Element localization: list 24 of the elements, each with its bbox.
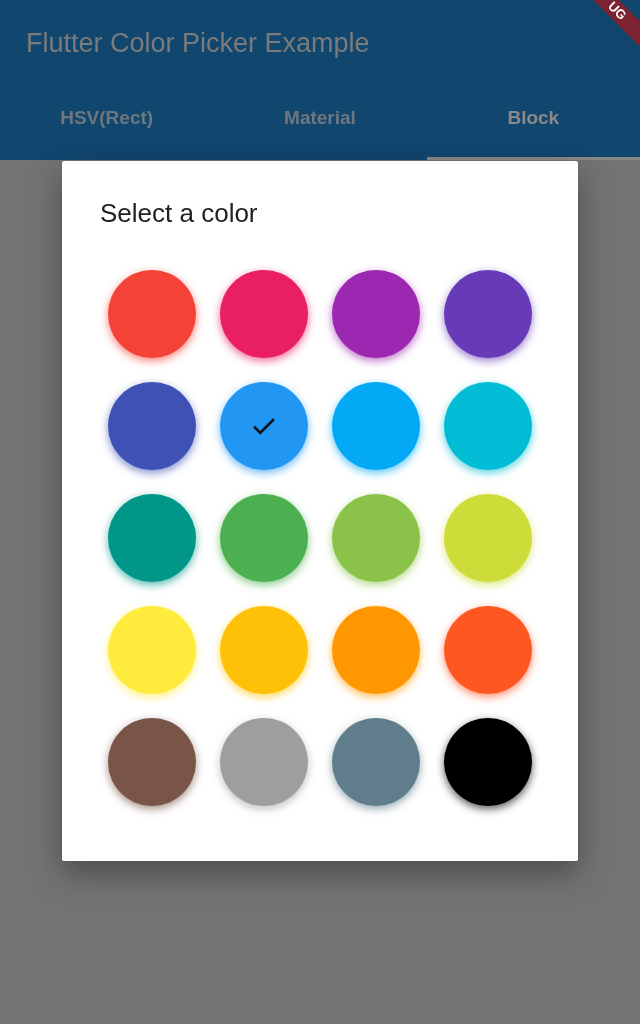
color-swatch[interactable] xyxy=(220,270,308,358)
color-swatch[interactable] xyxy=(108,270,196,358)
color-swatch[interactable] xyxy=(332,718,420,806)
dialog-title: Select a color xyxy=(100,197,259,229)
color-swatch[interactable] xyxy=(108,718,196,806)
tab[interactable]: Material xyxy=(213,82,427,160)
color-swatch[interactable] xyxy=(220,718,308,806)
color-swatch[interactable] xyxy=(332,606,420,694)
color-swatch[interactable] xyxy=(332,382,420,470)
color-swatch[interactable] xyxy=(108,494,196,582)
color-swatch[interactable] xyxy=(220,494,308,582)
color-swatch[interactable] xyxy=(108,382,196,470)
tab[interactable]: HSV(Rect) xyxy=(0,82,214,160)
app-title: Flutter Color Picker Example xyxy=(25,27,370,60)
color-swatch[interactable] xyxy=(220,382,308,470)
color-swatch[interactable] xyxy=(444,718,532,806)
color-swatch[interactable] xyxy=(444,270,532,358)
color-swatch[interactable] xyxy=(332,494,420,582)
color-swatch[interactable] xyxy=(444,494,532,582)
color-swatch[interactable] xyxy=(108,606,196,694)
color-swatch[interactable] xyxy=(332,270,420,358)
color-swatch[interactable] xyxy=(444,382,532,470)
color-swatch[interactable] xyxy=(220,606,308,694)
color-swatch[interactable] xyxy=(444,606,532,694)
